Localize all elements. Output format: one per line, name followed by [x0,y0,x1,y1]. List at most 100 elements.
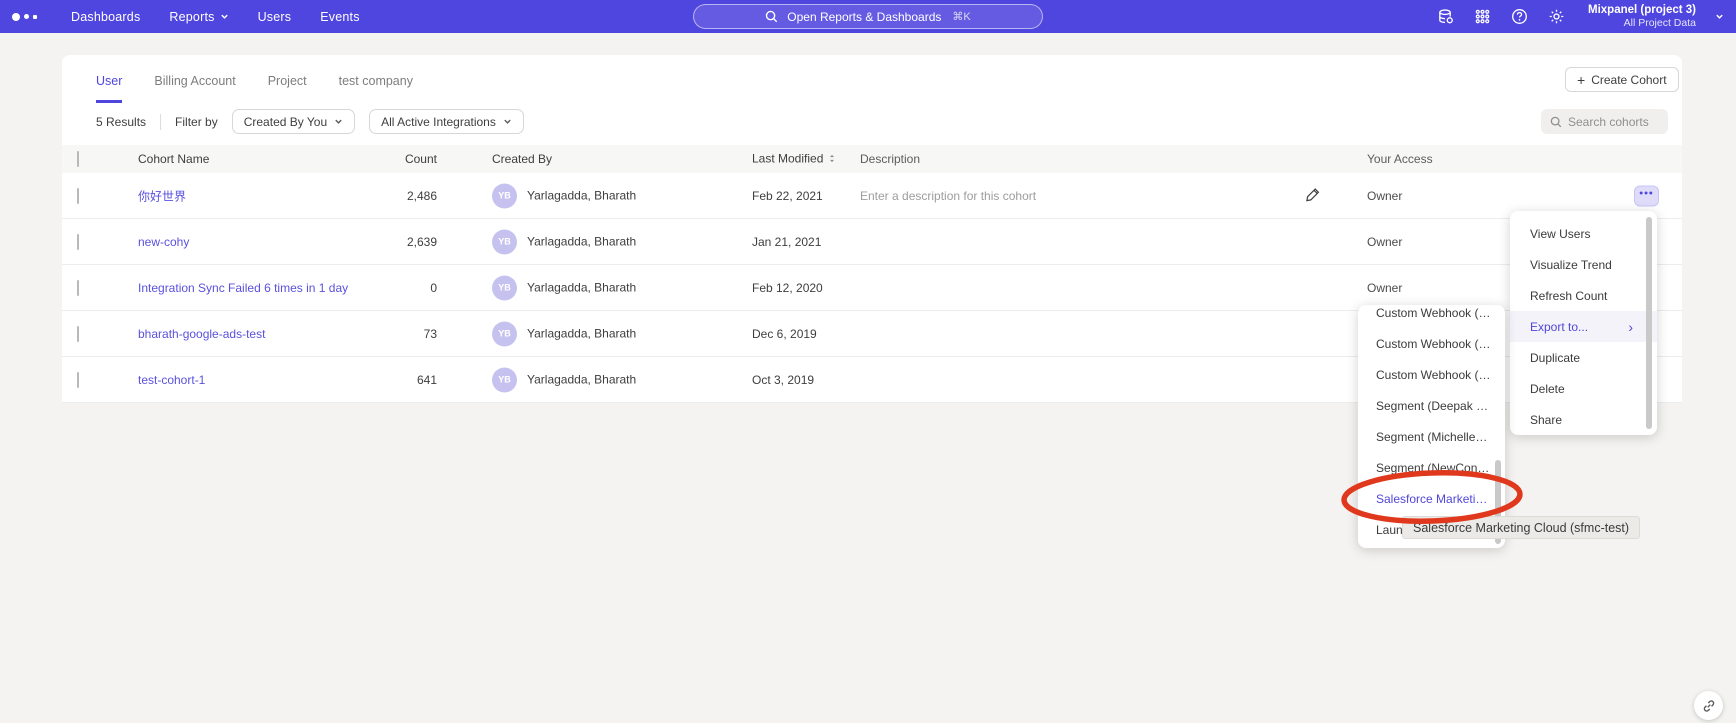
header-count: Count [342,152,437,166]
created-by-name: Yarlagadda, Bharath [527,327,636,341]
project-selector[interactable]: Mixpanel (project 3) All Project Data [1588,3,1696,31]
integrations-filter[interactable]: All Active Integrations [369,109,524,134]
export-to-label: Export to... [1530,320,1588,334]
data-management-icon[interactable] [1436,8,1454,26]
select-all-checkbox[interactable] [77,151,79,167]
search-icon [765,10,778,23]
cohort-name-link[interactable]: Integration Sync Failed 6 times in 1 day [138,281,348,295]
project-scope: All Project Data [1588,17,1696,30]
chevron-down-icon [503,117,512,126]
integrations-filter-label: All Active Integrations [381,115,496,129]
tab-test-company[interactable]: test company [339,74,413,103]
share-link-button[interactable] [1694,691,1723,720]
search-cohorts-input[interactable]: Search cohorts [1541,109,1668,134]
create-cohort-button[interactable]: + Create Cohort [1565,67,1679,92]
tab-project[interactable]: Project [268,74,307,103]
top-navbar: Dashboards Reports Users Events Open Rep… [0,0,1736,33]
chevron-down-icon [220,12,229,21]
menu-item-duplicate[interactable]: Duplicate [1510,342,1657,373]
row-checkbox[interactable] [77,326,79,342]
row-checkbox[interactable] [77,280,79,296]
filter-toolbar: 5 Results Filter by Created By You All A… [96,109,524,134]
nav-users-label: Users [258,10,292,24]
tab-billing-account[interactable]: Billing Account [154,74,235,103]
mixpanel-logo-icon[interactable] [12,13,37,21]
edit-pencil-icon[interactable] [1305,186,1321,205]
cohorts-page: Dashboards Reports Users Events Open Rep… [0,0,1736,723]
avatar: YB [492,183,517,208]
nav-events-label: Events [320,10,359,24]
cohort-count: 641 [342,373,437,387]
table-row[interactable]: new-cohy 2,639 YBYarlagadda, Bharath Jan… [62,219,1682,265]
submenu-item-custom-webhook-3[interactable]: Custom Webhook (ne... [1358,360,1505,391]
submenu-item-salesforce-marketing-cloud[interactable]: Salesforce Marketing C... [1358,484,1505,515]
header-last-modified[interactable]: Last Modified [752,152,836,167]
table-row[interactable]: 你好世界 2,486 YBYarlagadda, Bharath Feb 22,… [62,173,1682,219]
row-checkbox[interactable] [77,234,79,250]
create-cohort-label: Create Cohort [1591,73,1666,87]
row-checkbox[interactable] [77,188,79,204]
menu-item-visualize-trend[interactable]: Visualize Trend [1510,249,1657,280]
submenu-arrow-icon: › [1628,319,1633,335]
header-created-by: Created By [492,152,552,166]
cohort-count: 2,639 [342,235,437,249]
menu-item-view-users[interactable]: View Users [1510,218,1657,249]
cohort-count: 73 [342,327,437,341]
cohort-name-link[interactable]: 你好世界 [138,187,186,204]
avatar: YB [492,321,517,346]
chevron-down-icon [334,117,343,126]
created-by-name: Yarlagadda, Bharath [527,281,636,295]
submenu-item-custom-webhook-2[interactable]: Custom Webhook (Co... [1358,329,1505,360]
avatar: YB [492,229,517,254]
nav-dashboards[interactable]: Dashboards [71,10,140,24]
cohort-count: 0 [342,281,437,295]
settings-gear-icon[interactable] [1547,8,1565,26]
search-cohorts-placeholder: Search cohorts [1568,115,1649,129]
sort-icon [828,153,836,167]
submenu-item-custom-webhook-1[interactable]: Custom Webhook (Cu... [1358,305,1505,329]
header-your-access: Your Access [1367,152,1433,166]
description-placeholder[interactable]: Enter a description for this cohort [860,189,1036,203]
row-context-menu: View Users Visualize Trend Refresh Count… [1510,211,1657,435]
submenu-item-segment-3[interactable]: Segment (NewConnec... [1358,453,1505,484]
nav-reports-label: Reports [169,10,214,24]
submenu-item-segment-2[interactable]: Segment (MichelleTest) [1358,422,1505,453]
avatar: YB [492,275,517,300]
header-last-modified-label: Last Modified [752,152,823,166]
cohort-name-link[interactable]: new-cohy [138,235,189,249]
apps-grid-icon[interactable] [1473,8,1491,26]
project-chevron-down-icon[interactable] [1715,12,1724,21]
cohort-type-tabs: User Billing Account Project test compan… [96,74,413,103]
menu-scrollbar[interactable] [1646,217,1652,429]
access-value: Owner [1367,189,1402,203]
cohort-name-link[interactable]: bharath-google-ads-test [138,327,265,341]
row-checkbox[interactable] [77,372,79,388]
table-header-row: Cohort Name Count Created By Last Modifi… [62,145,1682,173]
project-name: Mixpanel (project 3) [1588,3,1696,17]
submenu-item-segment-1[interactable]: Segment (Deepak con... [1358,391,1505,422]
row-actions-button[interactable]: ••• [1634,185,1659,206]
last-modified-date: Feb 12, 2020 [752,281,823,295]
nav-dashboards-label: Dashboards [71,10,140,24]
menu-item-delete[interactable]: Delete [1510,373,1657,404]
export-submenu: Custom Webhook (Cu... Custom Webhook (Co… [1358,305,1505,548]
global-search-bar[interactable]: Open Reports & Dashboards ⌘K [693,4,1043,29]
global-search-placeholder: Open Reports & Dashboards [787,10,941,24]
nav-reports[interactable]: Reports [169,10,228,24]
header-cohort-name: Cohort Name [138,152,209,166]
created-by-name: Yarlagadda, Bharath [527,235,636,249]
link-icon [1702,699,1716,713]
menu-item-export-to[interactable]: Export to... › [1510,311,1657,342]
nav-users[interactable]: Users [258,10,292,24]
created-by-filter[interactable]: Created By You [232,109,355,134]
nav-events[interactable]: Events [320,10,359,24]
search-icon [1550,116,1562,128]
last-modified-date: Dec 6, 2019 [752,327,817,341]
tab-user[interactable]: User [96,74,122,103]
cohort-name-link[interactable]: test-cohort-1 [138,373,205,387]
menu-item-refresh-count[interactable]: Refresh Count [1510,280,1657,311]
avatar: YB [492,367,517,392]
created-by-name: Yarlagadda, Bharath [527,189,636,203]
menu-item-share[interactable]: Share [1510,404,1657,435]
help-icon[interactable] [1510,8,1528,26]
